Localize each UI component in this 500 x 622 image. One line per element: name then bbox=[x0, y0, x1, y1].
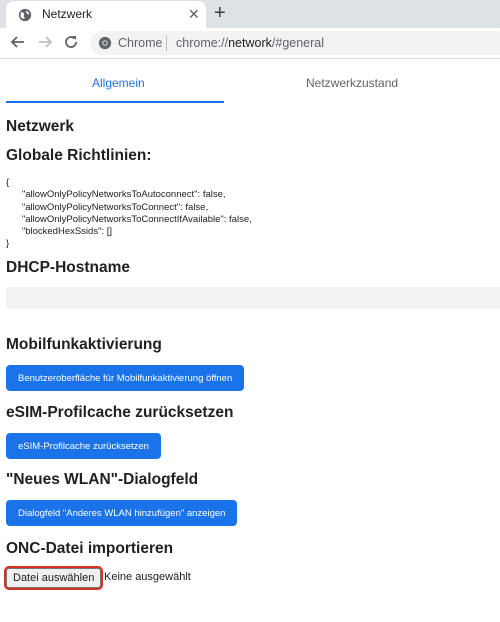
tab-strip: Netzwerk ✕ + bbox=[0, 0, 500, 28]
close-icon[interactable]: ✕ bbox=[188, 6, 200, 22]
dhcp-hostname-heading: DHCP-Hostname bbox=[6, 259, 131, 276]
choose-file-button[interactable]: Datei auswählen bbox=[6, 568, 102, 588]
file-status-label: Keine ausgewählt bbox=[104, 571, 191, 583]
mobile-activation-heading: Mobilfunkaktivierung bbox=[6, 336, 162, 353]
tab-allgemein[interactable]: Allgemein bbox=[92, 76, 145, 90]
dhcp-hostname-field[interactable] bbox=[6, 287, 500, 309]
open-mobile-activation-button[interactable]: Benutzeroberfläche für Mobilfunkaktivier… bbox=[6, 365, 245, 391]
onc-import-heading: ONC-Datei importieren bbox=[6, 540, 174, 557]
forward-arrow-icon[interactable] bbox=[35, 32, 55, 52]
reload-icon[interactable] bbox=[61, 32, 81, 52]
browser-tab-title: Netzwerk bbox=[42, 7, 93, 21]
chrome-site-icon bbox=[98, 36, 112, 50]
omnibox[interactable]: Chrome chrome://network/#general bbox=[90, 31, 500, 55]
global-policies-json: { "allowOnlyPolicyNetworksToAutoconnect"… bbox=[6, 177, 252, 250]
omnibox-chrome-label: Chrome bbox=[118, 36, 163, 50]
reset-esim-cache-button[interactable]: eSIM-Profilcache zurücksetzen bbox=[6, 433, 161, 459]
active-tab-indicator bbox=[6, 101, 224, 103]
omnibox-separator bbox=[166, 35, 167, 51]
globe-icon bbox=[18, 8, 32, 22]
plus-icon[interactable]: + bbox=[214, 2, 226, 24]
back-arrow-icon[interactable] bbox=[8, 32, 28, 52]
omnibox-url[interactable]: chrome://network/#general bbox=[176, 36, 324, 50]
network-heading: Netzwerk bbox=[6, 118, 75, 135]
browser-toolbar: Chrome chrome://network/#general bbox=[0, 28, 500, 59]
tab-netzwerkzustand[interactable]: Netzwerkzustand bbox=[306, 76, 398, 90]
new-wlan-heading: "Neues WLAN"-Dialogfeld bbox=[6, 471, 199, 488]
show-add-wlan-dialog-button[interactable]: Dialogfeld "Anderes WLAN hinzufügen" anz… bbox=[6, 500, 238, 526]
global-policies-heading: Globale Richtlinien: bbox=[6, 147, 152, 164]
browser-tab-netzwerk[interactable]: Netzwerk ✕ bbox=[6, 1, 206, 28]
esim-reset-heading: eSIM-Profilcache zurücksetzen bbox=[6, 404, 234, 421]
